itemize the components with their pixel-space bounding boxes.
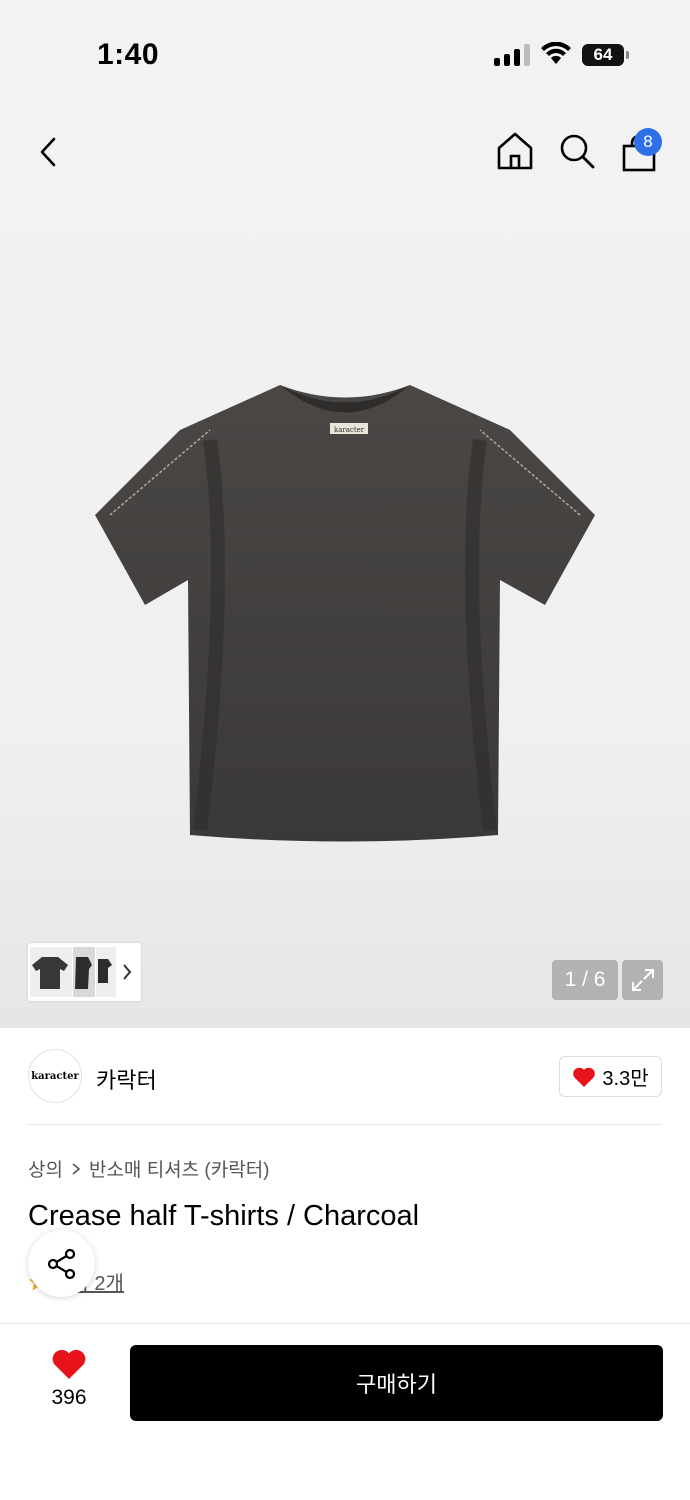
share-icon [47,1248,75,1279]
battery-indicator: 64 [582,44,624,66]
wishlist-button[interactable]: 396 [38,1348,100,1410]
thumbnail-strip[interactable] [28,943,141,1001]
search-button[interactable] [556,130,598,172]
product-photo[interactable]: karacter [90,380,600,850]
brand-logo[interactable]: karacter [28,1049,82,1103]
back-button[interactable] [30,132,66,172]
expand-button[interactable] [622,960,663,1000]
cart-count-badge: 8 [634,128,662,156]
thumbnail-images [30,947,132,997]
divider [28,1124,662,1125]
home-icon [497,132,533,170]
image-counter: 1 / 6 [552,960,618,1000]
breadcrumb: 상의 반소매 티셔츠 (카락터) [28,1155,270,1182]
expand-icon [631,969,654,991]
wishlist-count: 396 [51,1386,87,1409]
heart-icon [52,1349,86,1379]
search-icon [560,134,595,169]
breadcrumb-item-subcategory[interactable]: 반소매 티셔츠 (카락터) [89,1155,270,1182]
share-button[interactable] [28,1230,95,1297]
product-tag-label: karacter [334,426,365,434]
bottom-bar-divider [0,1323,690,1324]
heart-icon [573,1067,596,1087]
breadcrumb-item-category[interactable]: 상의 [28,1155,63,1182]
chevron-right-icon [72,1162,81,1175]
chevron-left-icon [40,137,56,167]
wifi-icon [541,42,571,64]
home-button[interactable] [494,130,536,172]
product-title: Crease half T-shirts / Charcoal [28,1200,420,1232]
brand-like-button[interactable]: 3.3만 [559,1056,662,1097]
buy-button[interactable]: 구매하기 [130,1345,663,1421]
status-time: 1:40 [97,38,160,71]
brand-like-count: 3.3만 [602,1068,649,1090]
brand-name[interactable]: 카락터 [96,1063,157,1095]
battery-tip [626,51,629,59]
signal-icon [494,44,530,66]
